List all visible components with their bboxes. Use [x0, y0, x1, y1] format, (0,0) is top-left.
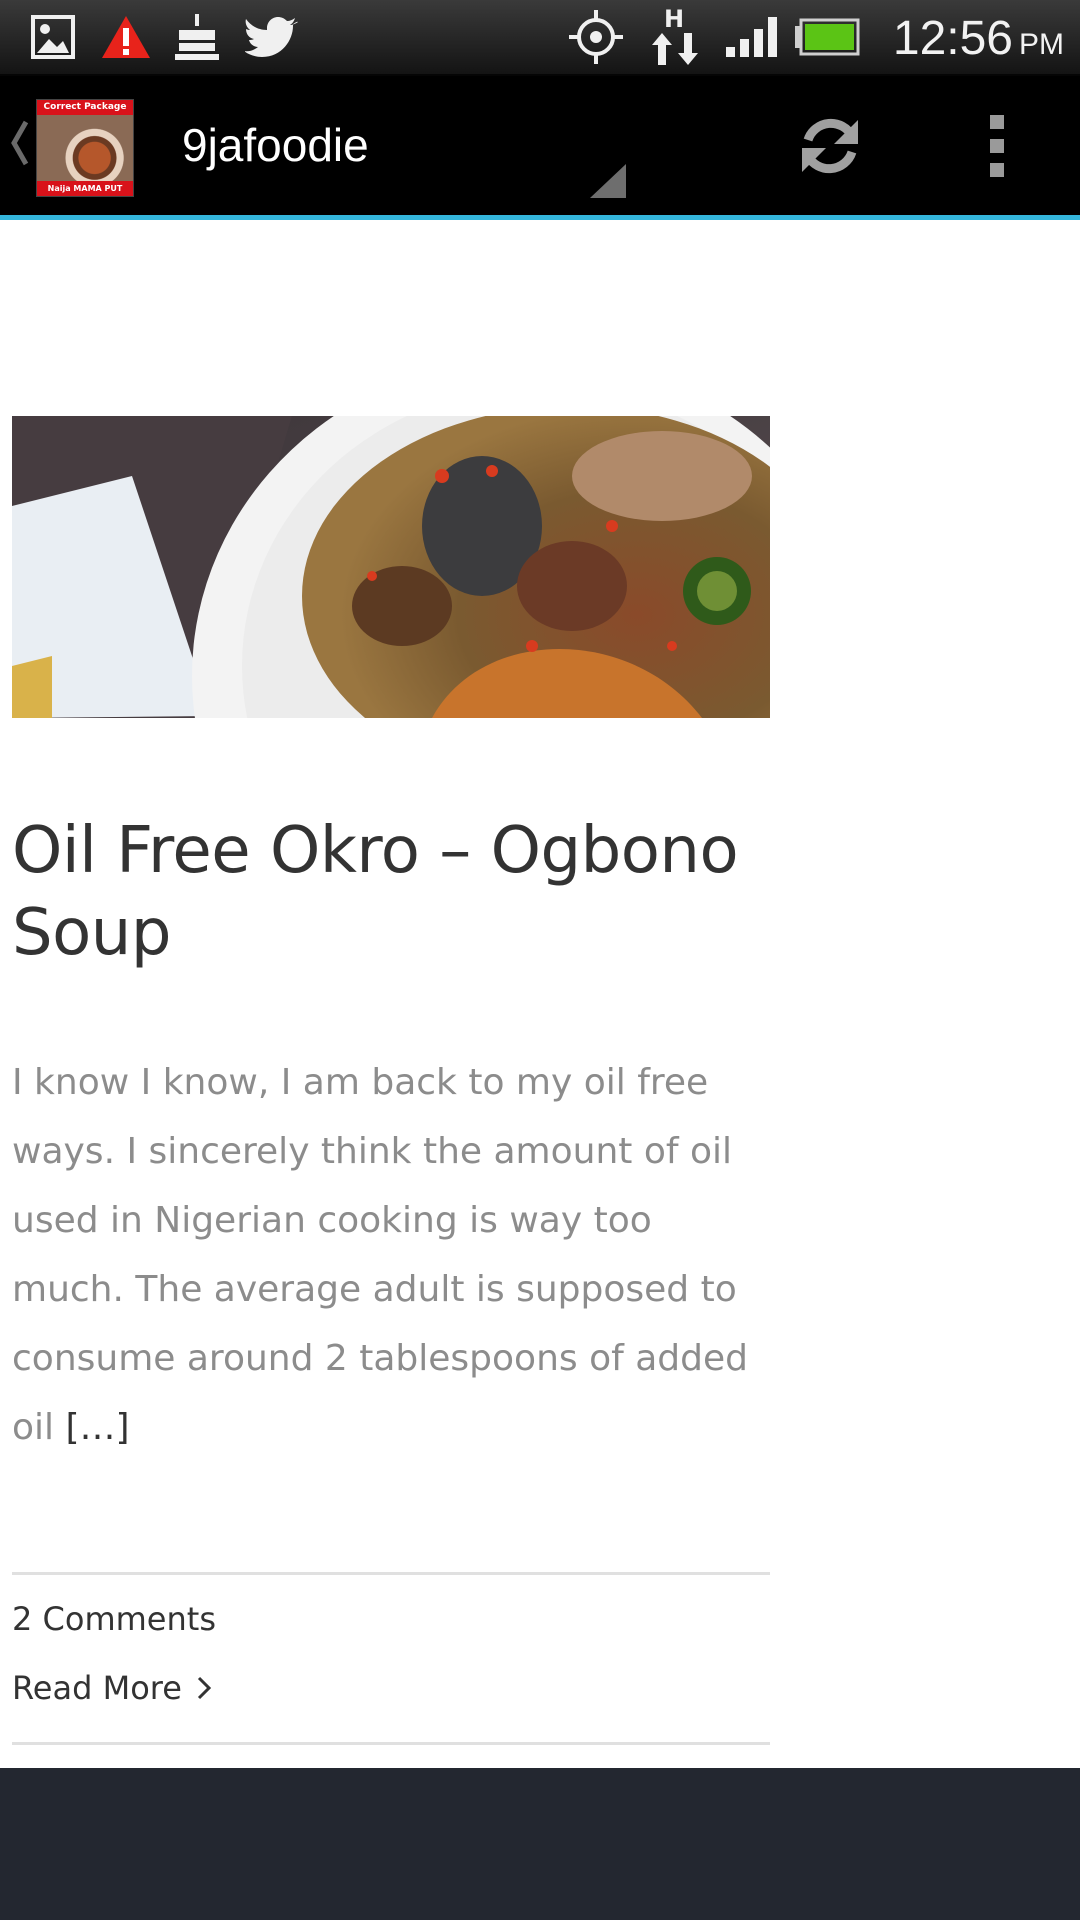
comments-link[interactable]: 2 Comments: [12, 1600, 216, 1638]
refresh-button[interactable]: [790, 106, 870, 186]
post-excerpt-text: I know I know, I am back to my oil free …: [12, 1062, 748, 1448]
post-title[interactable]: Oil Free Okro – Ogbono Soup: [12, 810, 752, 974]
back-caret-icon[interactable]: [10, 118, 30, 172]
read-more-label: Read More: [12, 1669, 182, 1707]
page-footer: [0, 1768, 1080, 1920]
gallery-icon: [28, 0, 78, 74]
gps-icon: [568, 0, 624, 74]
twitter-icon: [244, 0, 300, 74]
hspa-data-icon: H: [648, 0, 702, 74]
overflow-dot: [990, 115, 1004, 129]
food-photo-thumbnail: [37, 115, 133, 181]
birthday-cake-icon: [172, 0, 222, 74]
post-excerpt: I know I know, I am back to my oil free …: [12, 1048, 770, 1462]
svg-text:H: H: [664, 5, 684, 33]
warning-icon: [98, 0, 154, 74]
chevron-right-icon: [197, 1676, 212, 1700]
battery-icon: [794, 0, 860, 74]
read-more-link[interactable]: Read More: [12, 1669, 212, 1707]
post-featured-image[interactable]: [12, 416, 770, 718]
action-bar: Correct Package Naija MAMA PUT 9jafoodie: [0, 76, 1080, 215]
app-title[interactable]: 9jafoodie: [182, 76, 369, 215]
spinner-dropdown-icon[interactable]: [590, 164, 628, 204]
excerpt-more-link[interactable]: […]: [65, 1407, 129, 1448]
divider-top: [12, 1572, 770, 1575]
clock: 12:56 PM: [892, 12, 1064, 65]
overflow-menu-button[interactable]: [970, 106, 1024, 186]
overflow-dot: [990, 163, 1004, 177]
signal-strength-icon: [722, 0, 784, 74]
overflow-dot: [990, 139, 1004, 153]
status-bar: H 12:56 PM: [0, 0, 1080, 76]
app-logo[interactable]: Correct Package Naija MAMA PUT: [36, 99, 134, 197]
post-content: Oil Free Okro – Ogbono Soup I know I kno…: [0, 220, 1080, 1768]
divider-bottom: [12, 1742, 770, 1745]
refresh-icon: [802, 118, 858, 174]
